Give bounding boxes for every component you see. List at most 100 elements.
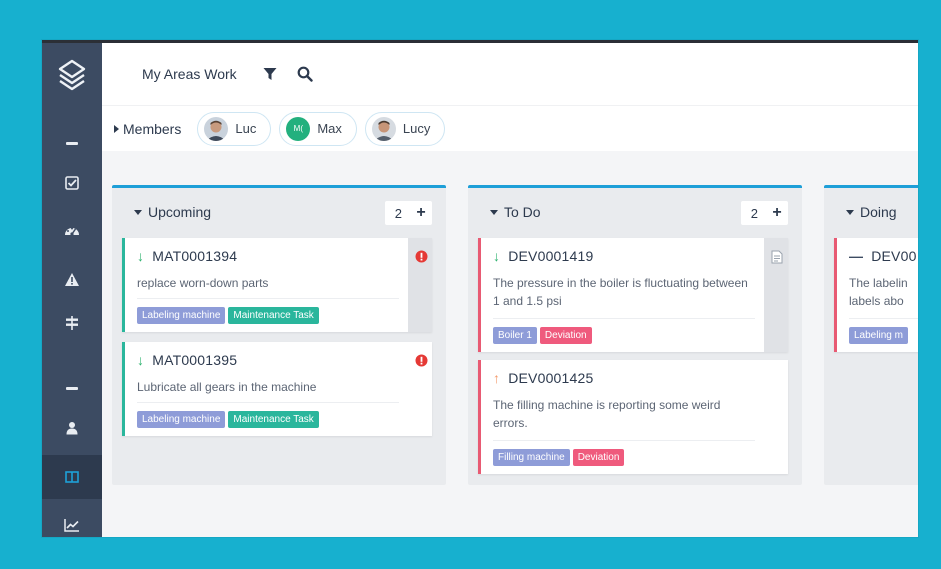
card-tags: Labeling machine Maintenance Task — [137, 307, 322, 324]
column-header: To Do 2 + — [468, 188, 802, 236]
card-body: ↓ DEV0001419 The pressure in the boiler … — [481, 238, 767, 352]
column-upcoming: Upcoming 2 + ↓ MAT0001394 replace worn-d… — [112, 185, 446, 485]
card-id: — DEV00 — [849, 248, 917, 264]
card-id-text: DEV0001425 — [508, 370, 594, 386]
card-count: 2 — [394, 205, 402, 221]
card-id-text: DEV0001419 — [508, 248, 594, 264]
column-counter: 2 + — [384, 201, 432, 225]
card-divider — [493, 440, 755, 441]
tag-task[interactable]: Maintenance Task — [228, 307, 319, 324]
card-id-text: MAT0001394 — [152, 248, 238, 264]
card-tags: Boiler 1 Deviation — [493, 327, 595, 344]
card-id: ↓ MAT0001394 — [137, 248, 237, 264]
card-divider — [137, 298, 399, 299]
column-header: Upcoming 2 + — [112, 188, 446, 236]
caret-down-icon[interactable] — [134, 209, 142, 215]
warning-icon[interactable] — [42, 259, 102, 299]
tag-machine[interactable]: Filling machine — [493, 449, 570, 466]
search-icon[interactable] — [297, 66, 313, 82]
arrow-up-priority-icon: ↑ — [493, 370, 501, 386]
tag-machine[interactable]: Labeling machine — [137, 411, 226, 428]
member-name: Max — [317, 121, 342, 136]
card-body: — DEV00 The labelin labels abo Labeling … — [837, 238, 918, 352]
alert-icon[interactable] — [415, 354, 428, 372]
arrow-down-priority-icon: ↓ — [493, 248, 501, 264]
card-body: ↓ MAT0001394 replace worn-down parts Lab… — [125, 238, 411, 332]
card-divider — [849, 318, 918, 319]
card-description: The labelin labels abo — [849, 276, 908, 308]
tag-machine[interactable]: Labeling m — [849, 327, 908, 344]
tag-deviation[interactable]: Deviation — [572, 449, 625, 466]
add-card-button[interactable]: + — [766, 201, 788, 225]
card-body: ↓ MAT0001395 Lubricate all gears in the … — [125, 342, 411, 436]
tag-machine[interactable]: Boiler 1 — [493, 327, 537, 344]
logo-layers-icon[interactable] — [42, 43, 102, 107]
app-window: My Areas Work Members Luc M(Max Lucy Up… — [42, 40, 918, 537]
member-chip-luc[interactable]: Luc — [197, 111, 272, 146]
collapse-dash-icon[interactable] — [42, 368, 102, 408]
card-count: 2 — [750, 205, 758, 221]
column-header: Doing — [824, 188, 918, 236]
card-side-panel — [764, 238, 788, 352]
alert-icon[interactable] — [415, 250, 428, 268]
topbar: My Areas Work — [102, 43, 918, 105]
caret-down-icon[interactable] — [846, 209, 854, 215]
board-columns-icon[interactable] — [42, 455, 102, 499]
members-toggle[interactable]: Members — [114, 121, 181, 137]
member-name: Luc — [235, 121, 257, 136]
tag-deviation[interactable]: Deviation — [539, 327, 592, 344]
card-body: ↑ DEV0001425 The filling machine is repo… — [481, 360, 767, 474]
column-counter: 2 + — [740, 201, 788, 225]
member-chip-max[interactable]: M( Max — [279, 111, 357, 146]
card-tags: Labeling machine Maintenance Task — [137, 411, 322, 428]
card-tags: Filling machine Deviation — [493, 449, 627, 466]
column-title: Upcoming — [148, 204, 212, 220]
collapse-dash-icon[interactable] — [42, 123, 102, 163]
members-bar: Members Luc M( Max Lucy — [102, 105, 918, 151]
card-id-text: MAT0001395 — [152, 352, 238, 368]
card-mat0001395[interactable]: ↓ MAT0001395 Lubricate all gears in the … — [122, 342, 432, 436]
card-dev0001419[interactable]: ↓ DEV0001419 The pressure in the boiler … — [478, 238, 788, 352]
avatar — [371, 116, 396, 141]
column-doing: Doing — DEV00 The labelin labels abo Lab… — [824, 185, 918, 485]
card-description: replace worn-down parts — [137, 276, 269, 290]
member-name: Lucy — [402, 121, 431, 136]
card-side-panel — [408, 238, 432, 332]
signpost-icon[interactable] — [42, 303, 102, 343]
checkbox-icon[interactable] — [42, 163, 102, 203]
card-tags: Labeling m — [849, 327, 911, 344]
area-title[interactable]: My Areas Work — [142, 66, 237, 82]
card-description: Lubricate all gears in the machine — [137, 380, 317, 394]
dashboard-gauge-icon[interactable] — [42, 210, 102, 250]
members-label: Members — [123, 120, 182, 137]
card-description: The pressure in the boiler is fluctuatin… — [493, 276, 748, 308]
dash-priority-icon: — — [849, 248, 864, 264]
add-card-button[interactable]: + — [410, 201, 432, 225]
filter-icon[interactable] — [263, 67, 277, 81]
caret-right-icon — [114, 124, 119, 133]
column-title: To Do — [504, 204, 541, 220]
card-side-panel — [764, 360, 788, 474]
card-dev0001425[interactable]: ↑ DEV0001425 The filling machine is repo… — [478, 360, 788, 474]
card-dev00[interactable]: — DEV00 The labelin labels abo Labeling … — [834, 238, 918, 352]
user-icon[interactable] — [42, 408, 102, 448]
avatar: M( — [286, 116, 311, 141]
card-mat0001394[interactable]: ↓ MAT0001394 replace worn-down parts Lab… — [122, 238, 432, 332]
tag-task[interactable]: Maintenance Task — [228, 411, 319, 428]
card-divider — [137, 402, 399, 403]
document-icon[interactable] — [771, 250, 783, 269]
card-description: The filling machine is reporting some we… — [493, 398, 721, 430]
column-title: Doing — [860, 204, 897, 220]
card-divider — [493, 318, 755, 319]
avatar — [204, 116, 229, 141]
arrow-down-priority-icon: ↓ — [137, 248, 145, 264]
column-todo: To Do 2 + ↓ DEV0001419 The pressure in t… — [468, 185, 802, 485]
card-side-panel — [408, 342, 432, 436]
chart-line-icon[interactable] — [42, 505, 102, 537]
member-chip-lucy[interactable]: Lucy — [364, 111, 446, 146]
card-id-text: DEV00 — [871, 248, 917, 264]
card-id: ↓ DEV0001419 — [493, 248, 594, 264]
kanban-board: Upcoming 2 + ↓ MAT0001394 replace worn-d… — [102, 151, 918, 537]
caret-down-icon[interactable] — [490, 209, 498, 215]
tag-machine[interactable]: Labeling machine — [137, 307, 226, 324]
